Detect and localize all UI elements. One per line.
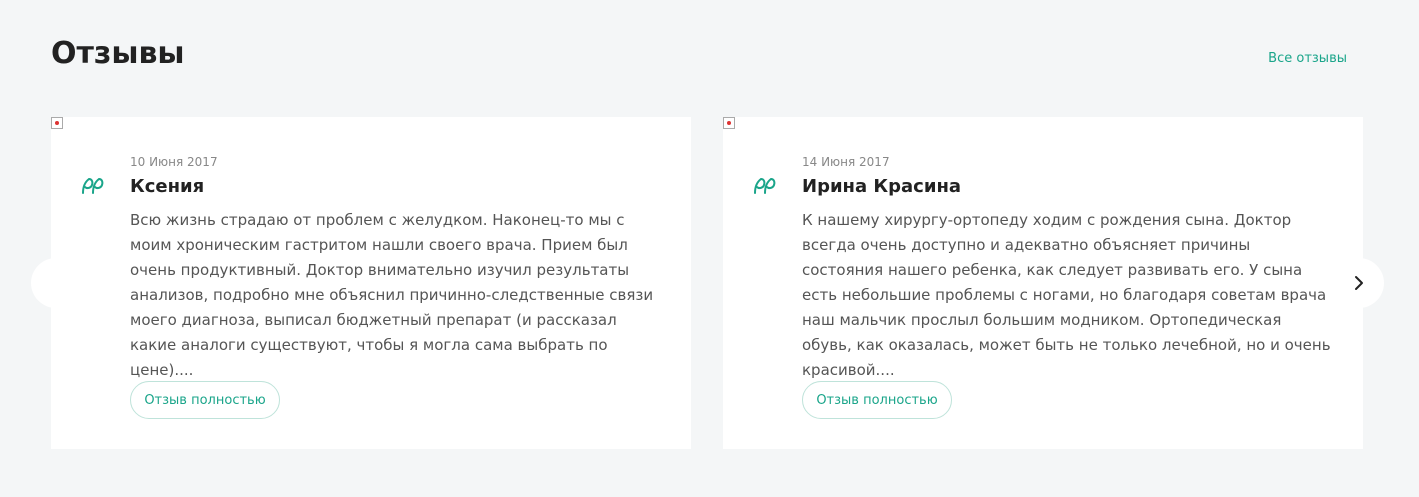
review-card: 10 Июня 2017 Ксения Всю жизнь страдаю от… [51,117,691,449]
broken-image-icon [51,117,63,129]
review-text: К нашему хирургу-ортопеду ходим с рожден… [802,211,1331,379]
all-reviews-link[interactable]: Все отзывы [1268,51,1347,66]
section-title: Отзывы [51,36,185,71]
quote-icon [82,178,104,194]
review-author: Ирина Красина [802,176,962,197]
review-card: 14 Июня 2017 Ирина Красина К нашему хиру… [723,117,1363,449]
review-text: Всю жизнь страдаю от проблем с желудком.… [130,211,654,379]
review-date: 14 Июня 2017 [802,155,890,169]
review-author: Ксения [130,176,205,197]
review-date: 10 Июня 2017 [130,155,218,169]
quote-icon [754,178,776,194]
broken-image-icon [723,117,735,129]
full-review-button[interactable]: Отзыв полностью [130,381,280,419]
chevron-right-icon [1355,276,1363,290]
full-review-button[interactable]: Отзыв полностью [802,381,952,419]
next-arrow-button[interactable] [1334,258,1384,308]
